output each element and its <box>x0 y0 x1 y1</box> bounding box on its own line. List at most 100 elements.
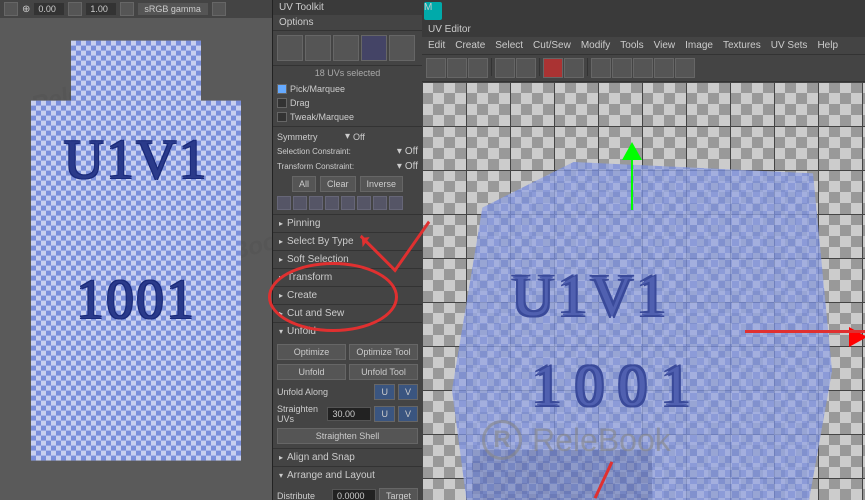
colorspace-select[interactable]: sRGB gamma <box>138 3 208 15</box>
move-gizmo-y-icon[interactable] <box>622 142 642 160</box>
unfold-u-button[interactable]: U <box>374 384 395 400</box>
maya-logo-icon: M <box>424 2 442 20</box>
symmetry-label: Symmetry <box>277 132 342 142</box>
clear-button[interactable]: Clear <box>320 176 356 192</box>
menu-help[interactable]: Help <box>817 40 838 51</box>
inverse-button[interactable]: Inverse <box>360 176 404 192</box>
toolbar-icon[interactable] <box>591 58 611 78</box>
cut-sew-section-header[interactable]: Cut and Sew <box>273 305 422 322</box>
menu-edit[interactable]: Edit <box>428 40 445 51</box>
shell-mode-icon[interactable] <box>389 35 415 61</box>
toolbar-plus-icon[interactable]: ⊕ <box>22 4 30 15</box>
unfold-along-label: Unfold Along <box>277 387 371 397</box>
mesh-object[interactable] <box>31 41 241 461</box>
straighten-uvs-label: Straighten UVs <box>277 404 324 424</box>
convert-icon[interactable] <box>309 196 323 210</box>
unfold-button[interactable]: Unfold <box>277 364 346 380</box>
trans-constraint-value[interactable]: Off <box>405 161 418 172</box>
left-toolbar: ⊕ 0.00 1.00 sRGB gamma <box>0 0 272 18</box>
toolbar-icon[interactable] <box>426 58 446 78</box>
convert-icon[interactable] <box>373 196 387 210</box>
exposure-field[interactable]: 0.00 <box>34 3 64 15</box>
annotation-line <box>745 330 865 333</box>
toolbar-icon[interactable] <box>633 58 653 78</box>
straighten-angle-input[interactable] <box>327 407 371 421</box>
menu-image[interactable]: Image <box>685 40 713 51</box>
relebook-text: ReleBook <box>532 422 671 459</box>
distribute-label: Distribute <box>277 491 329 500</box>
toolbar-icon[interactable] <box>468 58 488 78</box>
toolbar-icon[interactable] <box>447 58 467 78</box>
toolbar-icon[interactable] <box>654 58 674 78</box>
toolbar-icon[interactable] <box>4 2 18 16</box>
toolbar-icon[interactable] <box>675 58 695 78</box>
selection-count-label: 18 UVs selected <box>273 66 422 80</box>
select-by-type-section-header[interactable]: Select By Type <box>273 233 422 250</box>
tweak-marquee-check[interactable] <box>277 112 287 122</box>
watermark-logo: R ReleBook <box>482 420 671 460</box>
straighten-v-button[interactable]: V <box>398 406 418 422</box>
uv-toolkit-title: UV Toolkit <box>273 0 422 15</box>
straighten-u-button[interactable]: U <box>374 406 395 422</box>
gamma-field[interactable]: 1.00 <box>86 3 116 15</box>
menu-modify[interactable]: Modify <box>581 40 610 51</box>
target-button[interactable]: Target <box>379 488 418 500</box>
toolkit-scroll[interactable]: Pick/Marquee Drag Tweak/Marquee Symmetry… <box>273 80 422 500</box>
convert-icon[interactable] <box>277 196 291 210</box>
convert-icon[interactable] <box>341 196 355 210</box>
face-mode-icon[interactable] <box>333 35 359 61</box>
toolbar-icon[interactable] <box>68 2 82 16</box>
vertex-mode-icon[interactable] <box>277 35 303 61</box>
toolbar-icon[interactable] <box>564 58 584 78</box>
perspective-viewport[interactable]: ReleBook ReleBook ReleBook U1V1 1001 <box>0 18 272 500</box>
transform-section-header[interactable]: Transform <box>273 269 422 286</box>
convert-icon[interactable] <box>325 196 339 210</box>
toolbar-icon[interactable] <box>516 58 536 78</box>
drag-check[interactable] <box>277 98 287 108</box>
convert-icon[interactable] <box>389 196 403 210</box>
sel-constraint-label: Selection Constraint: <box>277 147 394 156</box>
unfold-tool-button[interactable]: Unfold Tool <box>349 364 418 380</box>
menu-textures[interactable]: Textures <box>723 40 761 51</box>
gizmo-y-axis[interactable] <box>631 160 633 210</box>
drag-label: Drag <box>290 98 418 108</box>
toolbar-icon[interactable] <box>495 58 515 78</box>
trans-constraint-label: Transform Constraint: <box>277 162 394 171</box>
create-section-header[interactable]: Create <box>273 287 422 304</box>
pick-marquee-check[interactable] <box>277 84 287 94</box>
sel-constraint-value[interactable]: Off <box>405 146 418 157</box>
uv-tile-number: 1001 <box>532 352 704 419</box>
unfold-section-header[interactable]: Unfold <box>273 323 422 340</box>
pick-marquee-label: Pick/Marquee <box>290 84 418 94</box>
snapshot-icon[interactable] <box>543 58 563 78</box>
symmetry-value[interactable]: Off <box>353 132 418 142</box>
uv-editor-panel: M UV Editor Edit Create Select Cut/Sew M… <box>422 0 865 500</box>
uv-mode-icon[interactable] <box>361 35 387 61</box>
optimize-tool-button[interactable]: Optimize Tool <box>349 344 418 360</box>
align-snap-section-header[interactable]: Align and Snap <box>273 449 422 466</box>
toolbar-icon[interactable] <box>612 58 632 78</box>
selection-mode-icons <box>273 31 422 66</box>
uv-toolkit-options-menu[interactable]: Options <box>273 15 422 31</box>
optimize-button[interactable]: Optimize <box>277 344 346 360</box>
convert-icon[interactable] <box>293 196 307 210</box>
menu-select[interactable]: Select <box>495 40 523 51</box>
soft-selection-section-header[interactable]: Soft Selection <box>273 251 422 268</box>
convert-icon[interactable] <box>357 196 371 210</box>
distribute-input[interactable] <box>332 489 376 500</box>
toolbar-icon[interactable] <box>212 2 226 16</box>
select-all-button[interactable]: All <box>292 176 316 192</box>
pinning-section-header[interactable]: Pinning <box>273 215 422 232</box>
toolbar-icon[interactable] <box>120 2 134 16</box>
left-viewport-panel: ⊕ 0.00 1.00 sRGB gamma ReleBook ReleBook… <box>0 0 272 500</box>
straighten-shell-button[interactable]: Straighten Shell <box>277 428 418 444</box>
menu-create[interactable]: Create <box>455 40 485 51</box>
menu-tools[interactable]: Tools <box>620 40 643 51</box>
menu-cut-sew[interactable]: Cut/Sew <box>533 40 571 51</box>
unfold-v-button[interactable]: V <box>398 384 418 400</box>
menu-uv-sets[interactable]: UV Sets <box>771 40 808 51</box>
uv-editor-viewport[interactable]: U1V1 1001 R ReleBook <box>422 82 865 500</box>
edge-mode-icon[interactable] <box>305 35 331 61</box>
arrange-layout-section-header[interactable]: Arrange and Layout <box>273 467 422 484</box>
menu-view[interactable]: View <box>654 40 676 51</box>
